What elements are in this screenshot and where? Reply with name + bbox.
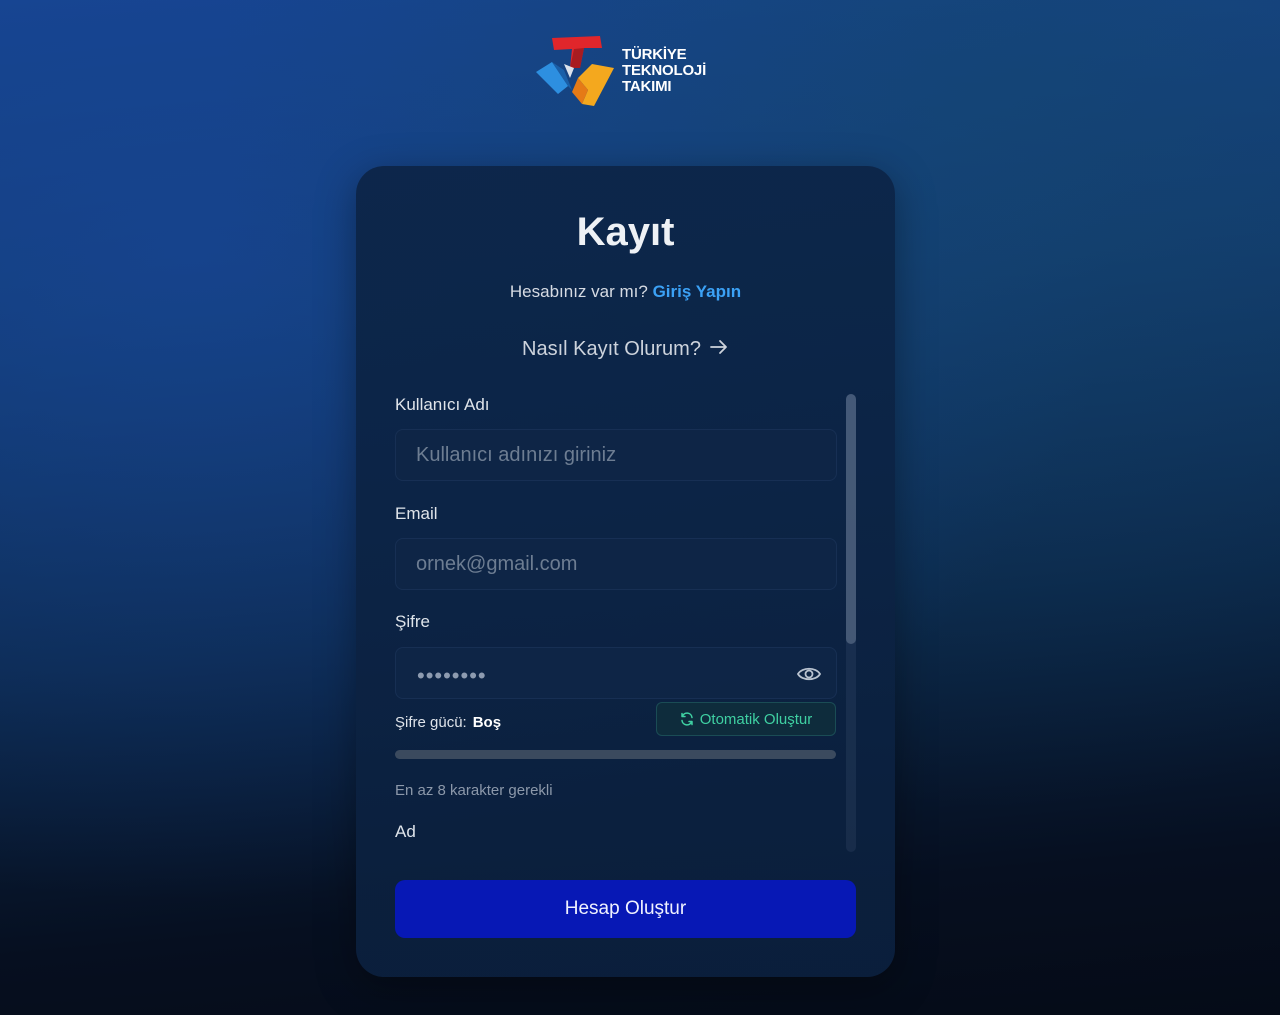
username-label: Kullanıcı Adı <box>395 395 490 414</box>
eye-icon[interactable] <box>796 661 822 687</box>
ttt-logo-mark <box>536 36 614 106</box>
email-label: Email <box>395 504 438 523</box>
auto-generate-label: Otomatik Oluştur <box>699 710 813 728</box>
login-link[interactable]: Giriş Yapın <box>653 282 742 301</box>
howto-label: Nasıl Kayıt Olurum? <box>522 338 701 360</box>
logo-wordmark: TÜRKİYE TEKNOLOJİ TAKIMI <box>622 47 706 95</box>
refresh-icon <box>680 712 693 726</box>
email-field-box <box>395 538 837 590</box>
have-account-text: Hesabınız var mı? <box>509 282 648 301</box>
email-input[interactable] <box>396 539 836 589</box>
scrollbar[interactable] <box>846 394 856 852</box>
auto-generate-button[interactable]: Otomatik Oluştur <box>656 702 836 736</box>
form-scroll-area[interactable]: Kullanıcı Adı Email Şifre •••••••• Şifre… <box>395 392 845 852</box>
password-strength: Şifre gücü: Boş <box>395 714 501 731</box>
arrow-right-icon <box>709 338 729 361</box>
scrollbar-thumb[interactable] <box>846 394 856 644</box>
howto-register-link[interactable]: Nasıl Kayıt Olurum? <box>356 338 895 361</box>
ttt-logo: TÜRKİYE TEKNOLOJİ TAKIMI <box>534 34 724 108</box>
login-prompt: Hesabınız var mı? Giriş Yapın <box>356 282 895 302</box>
strength-label: Şifre gücü: <box>395 714 467 731</box>
password-field-box: •••••••• <box>395 647 837 699</box>
create-account-button[interactable]: Hesap Oluştur <box>395 880 856 938</box>
username-input[interactable] <box>396 430 836 480</box>
password-input[interactable]: •••••••• <box>417 663 487 689</box>
strength-value: Boş <box>472 714 502 731</box>
logo-line-1: TÜRKİYE <box>622 46 687 63</box>
register-card: Kayıt Hesabınız var mı? Giriş Yapın Nası… <box>356 166 895 977</box>
logo-line-2: TEKNOLOJİ <box>622 62 707 79</box>
logo-line-3: TAKIMI <box>622 78 672 95</box>
first-name-label: Ad <box>395 822 416 841</box>
strength-bar <box>395 750 836 759</box>
username-field-box <box>395 429 837 481</box>
password-label: Şifre <box>395 612 430 631</box>
page-title: Kayıt <box>576 210 675 254</box>
password-hint: En az 8 karakter gerekli <box>395 782 553 799</box>
